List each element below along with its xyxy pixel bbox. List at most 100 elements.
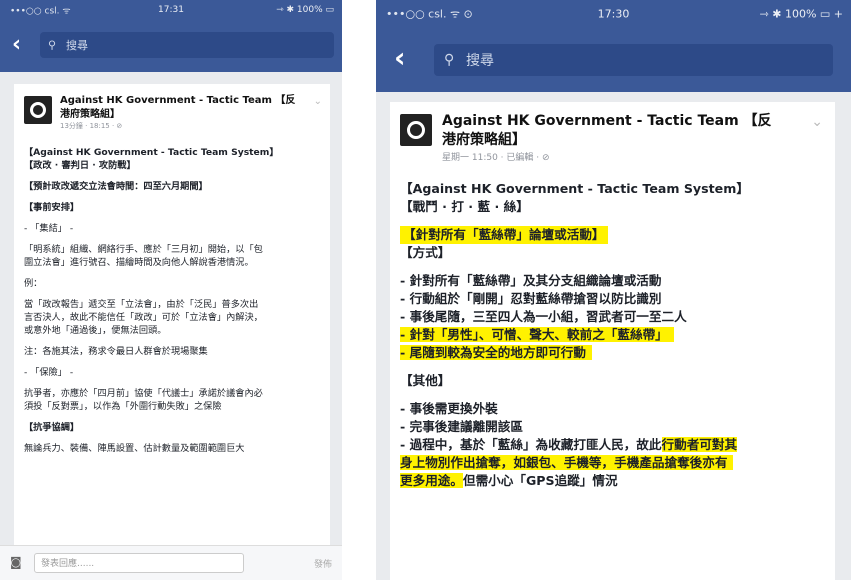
post-meta: 星期一 11:50 · 已編輯 · ⊘ xyxy=(442,153,550,163)
nav-bar: ‹ ⚲ 搜尋 xyxy=(376,28,851,92)
line-text: 【戰鬥 · 打 · 藍 · 絲】 xyxy=(400,199,529,214)
line-text: 抗爭者，亦應於「四月前」協使「代議士」承諾於議會內必 xyxy=(24,388,263,399)
post-text-line: - 事後尾隨，三至四人為一小組，習武者可一至二人 xyxy=(400,308,825,326)
line-text: - 行動組於「剛開」忍對藍絲帶搶習以防比識別 xyxy=(400,291,662,306)
line-text: 例： xyxy=(24,278,43,289)
post-text-line: - 完事後建議離開該區 xyxy=(400,418,825,436)
post-text-line: - 「集結」 - xyxy=(24,222,320,235)
highlighted-text: 行動者可對其 xyxy=(661,437,738,452)
carrier-label: •••○○ csl. ᯤ ⊙ xyxy=(386,7,473,21)
post-text-line: - 針對所有「藍絲帶」及其分支組織論壇或活動 xyxy=(400,272,825,290)
post-text-line: 【其他】 xyxy=(400,372,825,390)
reply-bar: ◙ 發表回應...... 發佈 xyxy=(0,545,342,580)
chevron-down-icon[interactable]: ⌄ xyxy=(314,96,322,107)
line-text: 【方式】 xyxy=(400,245,451,260)
carrier-label: •••○○ csl. ᯤ xyxy=(10,6,71,17)
line-text: 【抗爭協調】 xyxy=(24,422,80,433)
time-label: 17:30 xyxy=(597,7,630,21)
page-name[interactable]: Against HK Government - Tactic Team 【反港府… xyxy=(442,112,782,150)
post-card: Against HK Government - Tactic Team 【反港府… xyxy=(390,102,835,580)
post-text-line: 無論兵力、裝備、陣馬設置、估計數量及範圍範圍巨大 xyxy=(24,442,320,455)
line-text: 當「政改報告」遞交至「立法會」，由於「泛民」普多次出 xyxy=(24,299,259,310)
right-screenshot: •••○○ csl. ᯤ ⊙ 17:30 ⇾ ✱ 100% ▭ + ‹ ⚲ 搜尋… xyxy=(376,0,851,580)
nav-bar: ‹ ⚲ 搜尋 xyxy=(0,20,342,72)
post-text-line: 【Against HK Government - Tactic Team Sys… xyxy=(24,146,320,159)
post-text-line: 例： xyxy=(24,277,320,290)
post-text-line: 【方式】 xyxy=(400,244,825,262)
line-text: 【Against HK Government - Tactic Team Sys… xyxy=(400,181,749,196)
battery-status: ⇾ ✱ 100% ▭ + xyxy=(759,7,843,21)
page-name[interactable]: Against HK Government - Tactic Team 【反港府… xyxy=(60,94,300,122)
post-text-line: - 事後需更換外裝 xyxy=(400,400,825,418)
post-text-line: - 針對「男性」、可憎、聲大、較前之「藍絲帶」 xyxy=(400,326,825,344)
back-chevron-icon[interactable]: ‹ xyxy=(394,44,406,72)
line-text: - 完事後建議離開該區 xyxy=(400,419,523,434)
search-input[interactable]: ⚲ 搜尋 xyxy=(434,44,833,76)
line-text: 身上物別作出搶奪，如銀包、手機等，手機產品搶奪後亦有 xyxy=(400,455,734,470)
post-text-line: - 過程中，基於「藍絲」為收藏打匪人民，故此行動者可對其 xyxy=(400,436,825,454)
line-text: 須投「反對票」，以作為「外圍行動失敗」之保險 xyxy=(24,401,222,412)
battery-status: ⇾ ✱ 100% ▭ xyxy=(276,5,334,15)
post-text-line: 「明系統」組織、網絡行手、應於「三月初」開始，以「包 xyxy=(24,243,320,256)
line-text: 更多用途。 xyxy=(400,473,463,488)
line-text: - 事後需更換外裝 xyxy=(400,401,498,416)
page-avatar[interactable] xyxy=(400,114,432,146)
chevron-down-icon[interactable]: ⌄ xyxy=(811,114,823,130)
line-text: 【預計政改遞交立法會時間：四至六月期間】 xyxy=(24,181,208,192)
post-text-line: 圍立法會」進行號召、描繪時間及向他人解說香港情況。 xyxy=(24,256,320,269)
back-chevron-icon[interactable]: ‹ xyxy=(12,34,21,56)
post-text-line: 【抗爭協調】 xyxy=(24,421,320,434)
time-label: 17:31 xyxy=(158,5,184,15)
post-text-line: - 「保險」 - xyxy=(24,366,320,379)
post-text-line: 言否決人，故此不能信任「政改」可於「立法會」內解決， xyxy=(24,311,320,324)
search-input[interactable]: ⚲ 搜尋 xyxy=(40,32,334,58)
line-text: - 「保險」 - xyxy=(24,367,74,378)
post-button[interactable]: 發佈 xyxy=(314,557,332,570)
search-placeholder: 搜尋 xyxy=(66,39,88,52)
post-text-line: - 尾隨到較為安全的地方即可行動 xyxy=(400,344,825,362)
post-text-line: 當「政改報告」遞交至「立法會」，由於「泛民」普多次出 xyxy=(24,298,320,311)
search-placeholder: 搜尋 xyxy=(466,53,494,69)
line-text: 【針對所有「藍絲帶」論壇或活動】 xyxy=(400,226,608,244)
search-icon: ⚲ xyxy=(48,38,57,52)
camera-icon[interactable]: ◙ xyxy=(10,555,22,569)
post-text-line: 須投「反對票」，以作為「外圍行動失敗」之保險 xyxy=(24,400,320,413)
status-bar: •••○○ csl. ᯤ 17:31 ⇾ ✱ 100% ▭ xyxy=(0,0,342,20)
line-text: - 針對「男性」、可憎、聲大、較前之「藍絲帶」 xyxy=(400,327,674,342)
post-text-line: 【戰鬥 · 打 · 藍 · 絲】 xyxy=(400,198,825,216)
line-text: 圍立法會」進行號召、描繪時間及向他人解說香港情況。 xyxy=(24,257,254,268)
post-text-line: - 行動組於「剛開」忍對藍絲帶搶習以防比識別 xyxy=(400,290,825,308)
post-text-line: 【針對所有「藍絲帶」論壇或活動】 xyxy=(400,226,825,244)
post-text-line: 【預計政改遞交立法會時間：四至六月期間】 xyxy=(24,180,320,193)
post-body: 【Against HK Government - Tactic Team Sys… xyxy=(390,180,835,490)
post-body: 【Against HK Government - Tactic Team Sys… xyxy=(14,146,330,455)
post-text-line: 【政改 · 審判日 · 攻防戰】 xyxy=(24,159,320,172)
line-text: 【政改 · 審判日 · 攻防戰】 xyxy=(24,160,136,171)
line-text: 【Against HK Government - Tactic Team Sys… xyxy=(24,147,279,158)
post-card: Against HK Government - Tactic Team 【反港府… xyxy=(14,84,330,546)
line-text: - 針對所有「藍絲帶」及其分支組織論壇或活動 xyxy=(400,273,662,288)
line-text: 或意外地「通過後」，便無法回頭。 xyxy=(24,325,167,336)
reply-input[interactable]: 發表回應...... xyxy=(34,553,244,573)
search-icon: ⚲ xyxy=(444,52,455,68)
post-text-line: 更多用途。但需小心「GPS追蹤」情況 xyxy=(400,472,825,490)
line-text: - 尾隨到較為安全的地方即可行動 xyxy=(400,345,592,360)
post-text-line: 【事前安排】 xyxy=(24,201,320,214)
post-meta: 13分鐘 · 18:15 · ⊘ xyxy=(60,122,123,130)
post-text-line: 抗爭者，亦應於「四月前」協使「代議士」承諾於議會內必 xyxy=(24,387,320,400)
page-avatar[interactable] xyxy=(24,96,52,124)
line-text: 言否決人，故此不能信任「政改」可於「立法會」內解決， xyxy=(24,312,263,323)
line-text: 無論兵力、裝備、陣馬設置、估計數量及範圍範圍巨大 xyxy=(24,443,245,454)
post-text-line: 身上物別作出搶奪，如銀包、手機等，手機產品搶奪後亦有 xyxy=(400,454,825,472)
